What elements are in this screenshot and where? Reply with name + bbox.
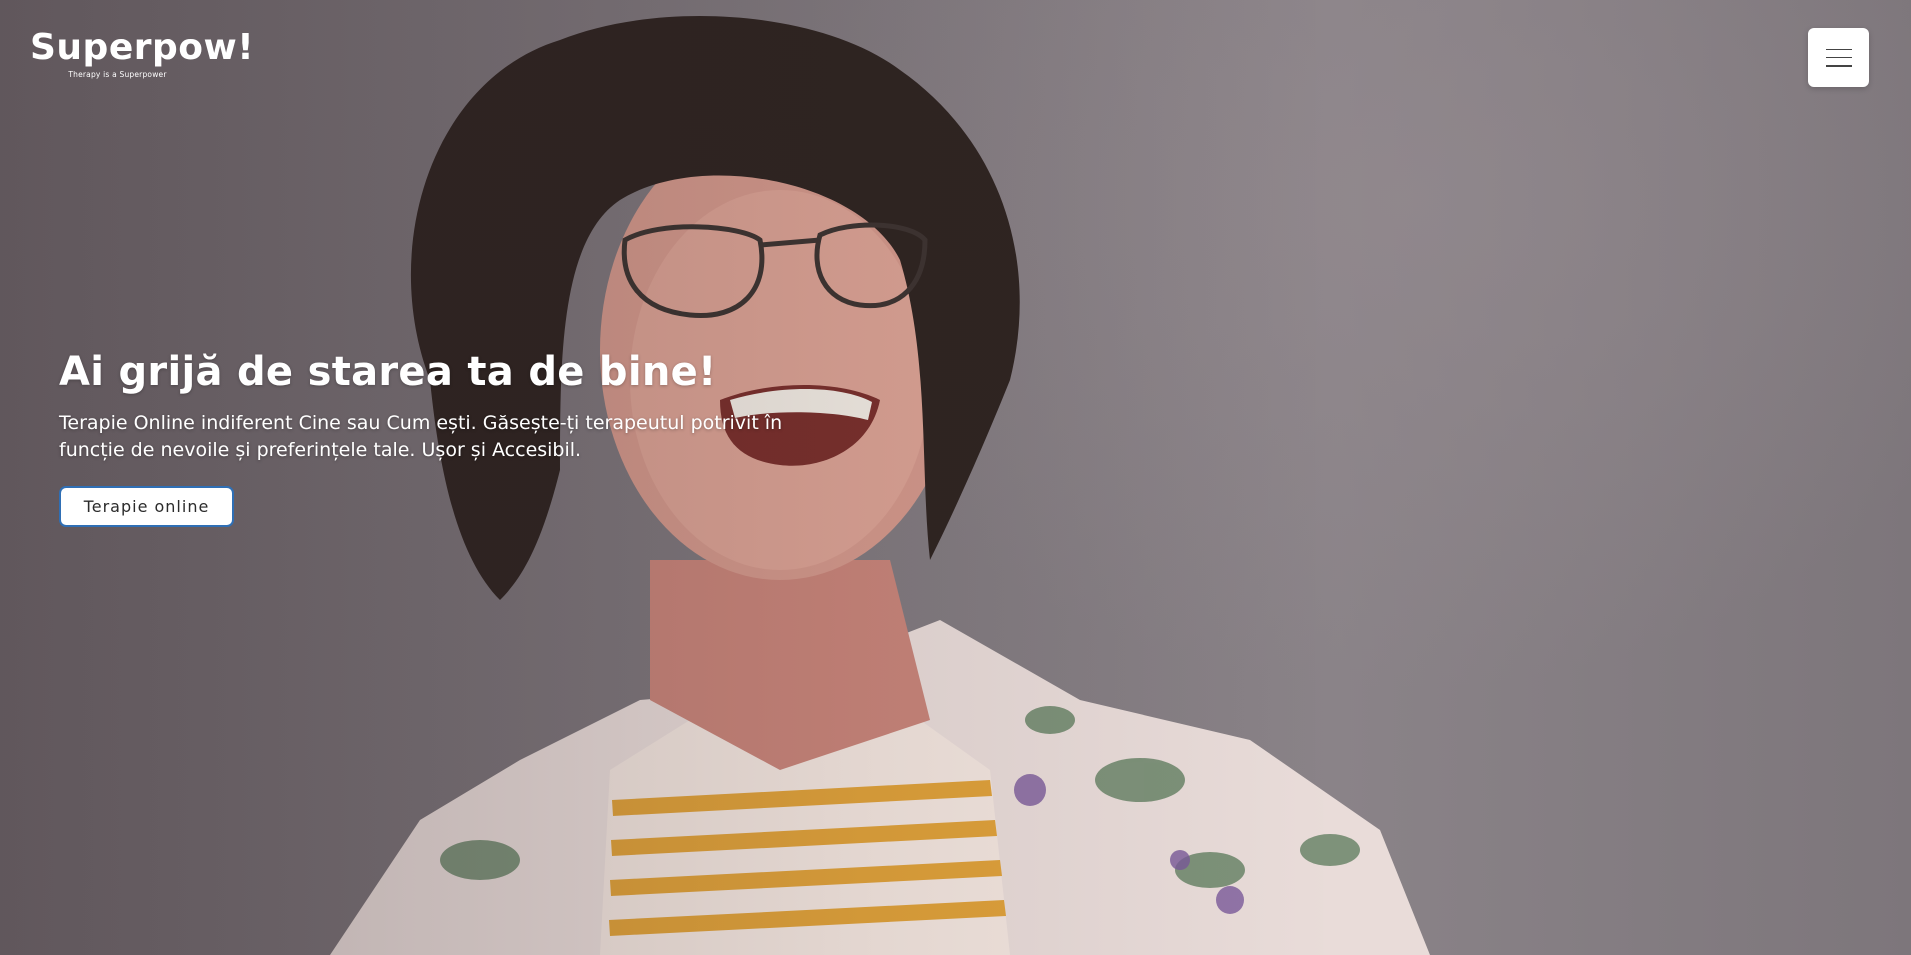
- hamburger-icon: [1825, 48, 1852, 67]
- menu-button[interactable]: [1808, 28, 1869, 87]
- hero-content: Ai grijă de starea ta de bine! Terapie O…: [59, 344, 939, 527]
- logo-name: Superpow!: [30, 27, 255, 68]
- hero-title: Ai grijă de starea ta de bine!: [59, 349, 717, 395]
- hero-subtitle: Terapie Online indiferent Cine sau Cum e…: [59, 412, 783, 461]
- terapie-online-button[interactable]: Terapie online: [59, 486, 234, 527]
- site-logo[interactable]: Superpow! Therapy is a Superpower: [30, 27, 255, 80]
- logo-tagline: Therapy is a Superpower: [68, 70, 167, 79]
